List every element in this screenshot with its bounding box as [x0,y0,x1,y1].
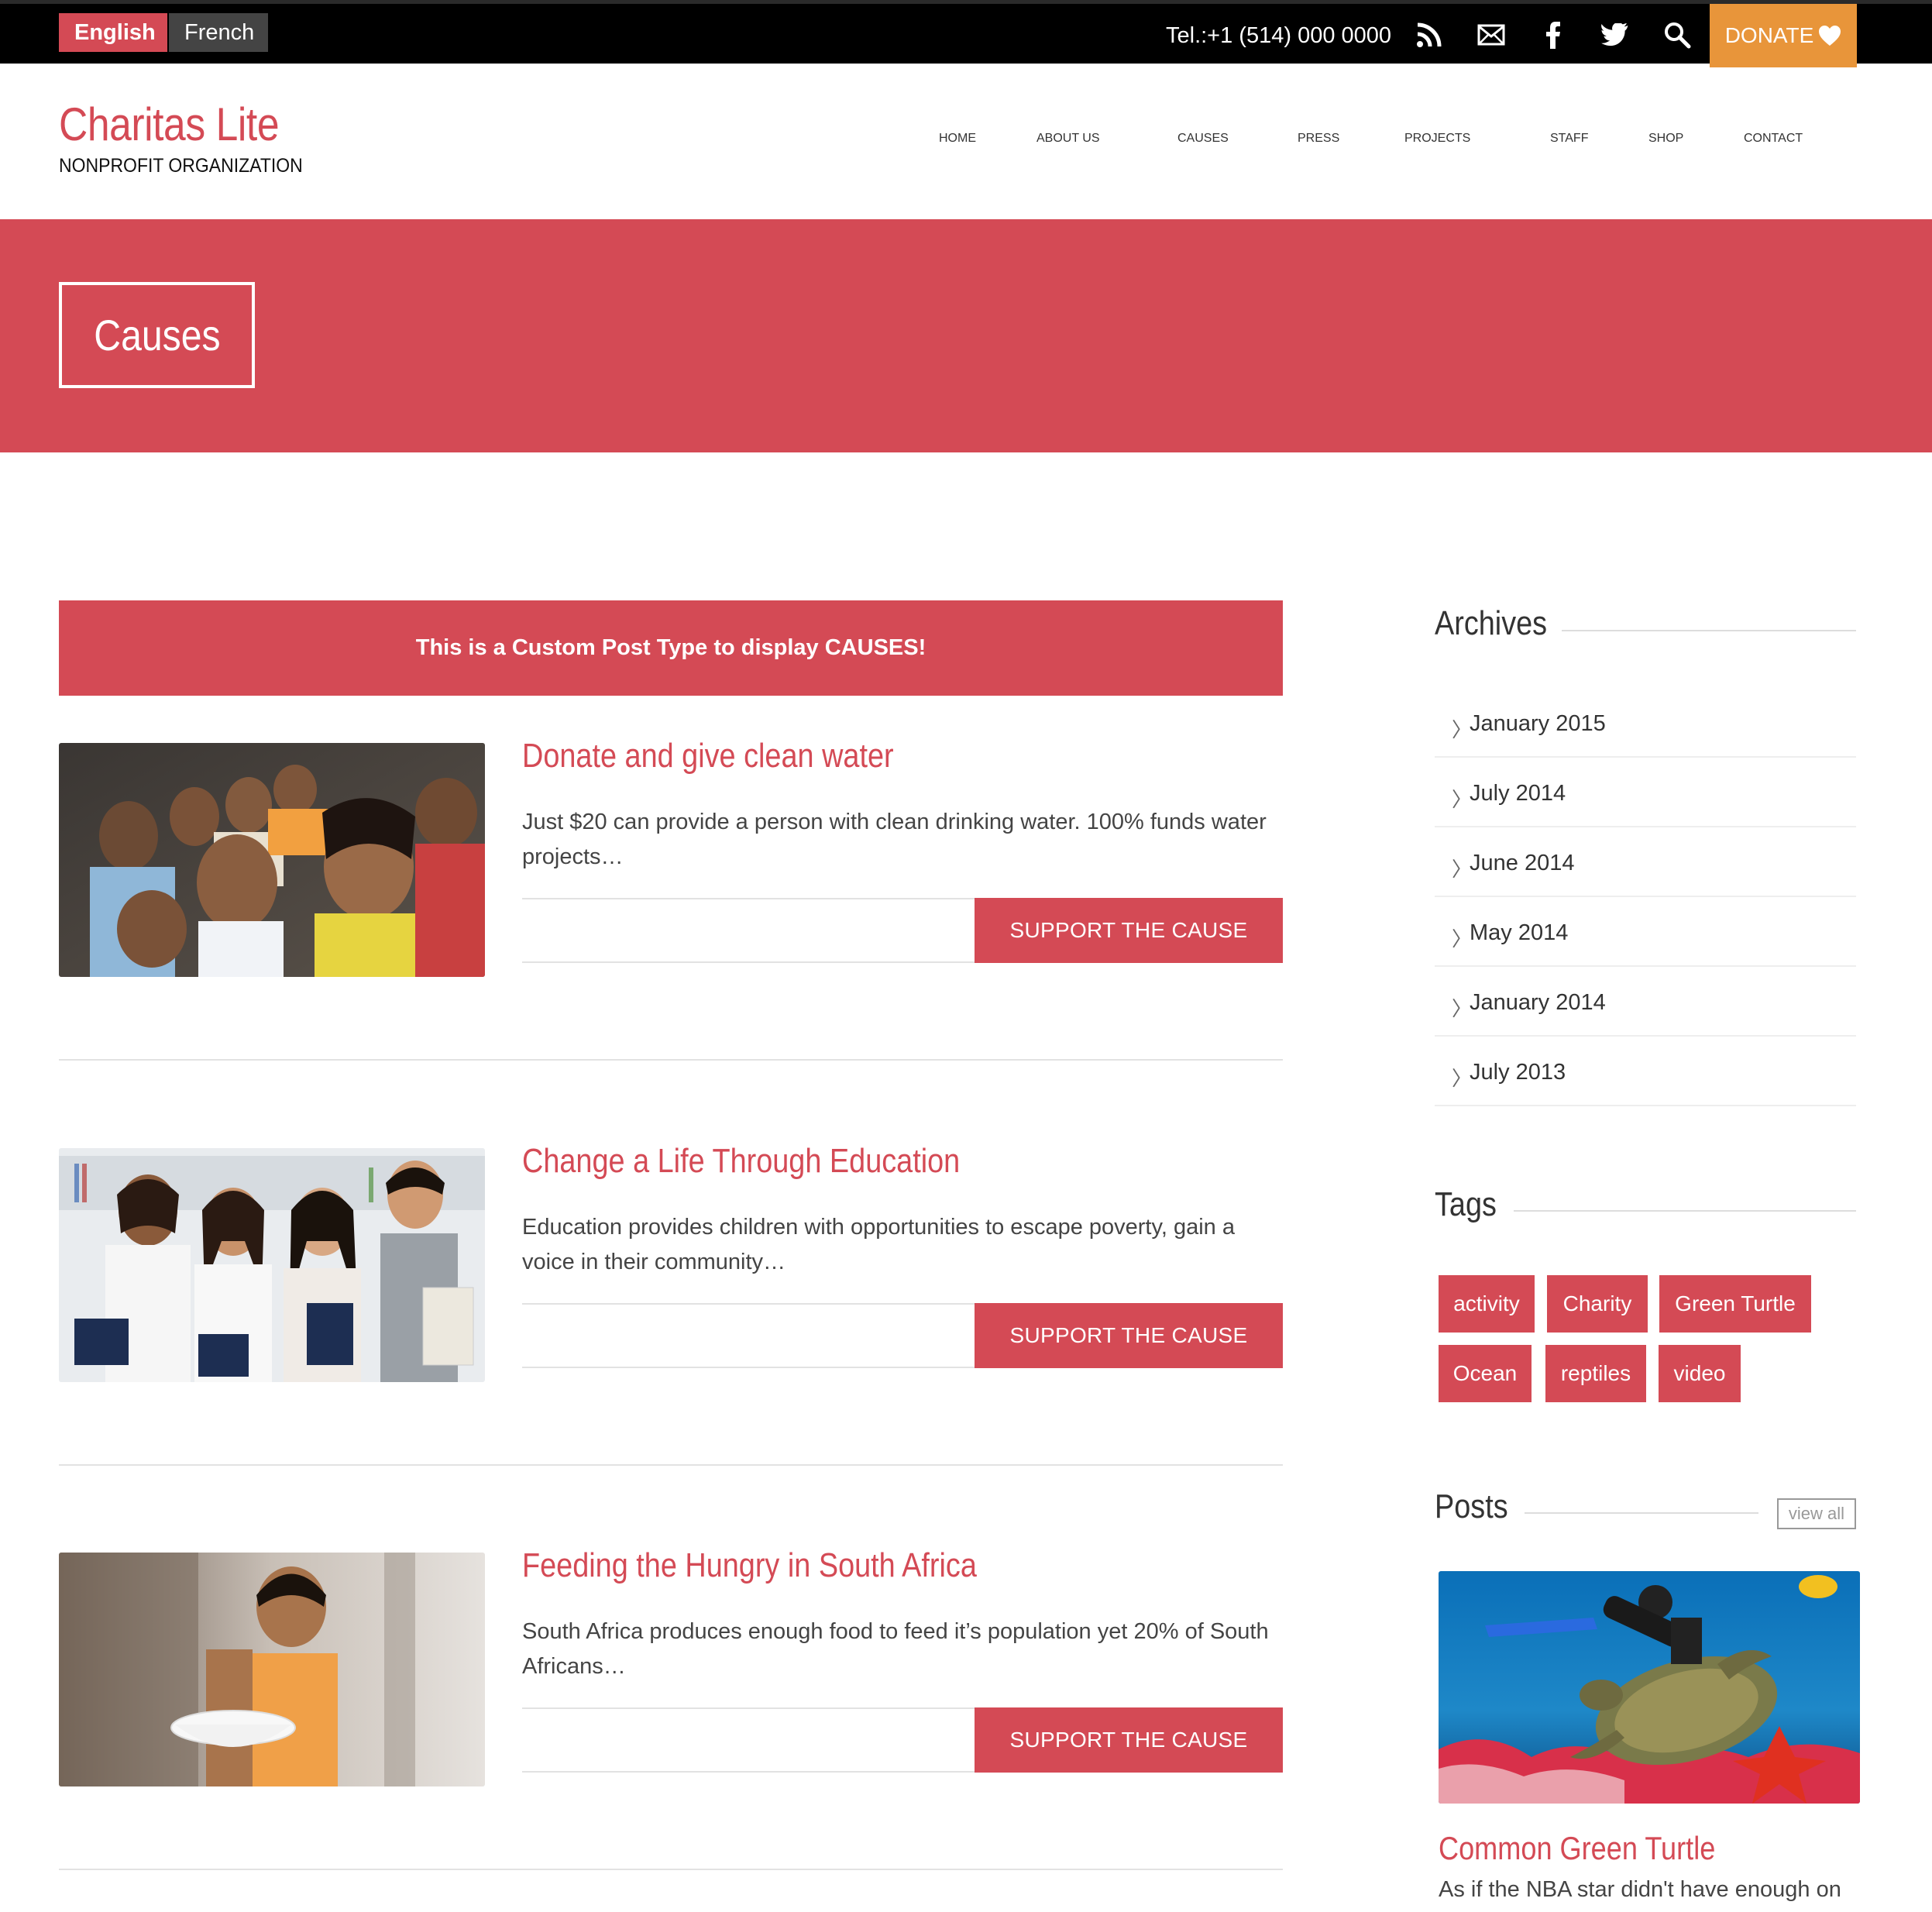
nav-home[interactable]: HOME [939,132,976,146]
tag-reptiles[interactable]: reptiles [1545,1345,1646,1402]
tag-green-turtle[interactable]: Green Turtle [1659,1275,1811,1333]
divider [59,1059,1283,1061]
cause-image-hungry-child[interactable] [59,1553,485,1786]
donate-button[interactable]: DONATE [1710,4,1857,67]
cause-image-students[interactable] [59,1148,485,1382]
divider [59,1869,1283,1870]
view-all-button[interactable]: view all [1777,1498,1856,1529]
archive-label: May 2014 [1470,920,1569,945]
notice-banner: This is a Custom Post Type to display CA… [59,600,1283,696]
archive-item[interactable]: 〉 July 2014 [1435,758,1856,827]
archives-heading: Archives [1435,604,1548,642]
nav-projects[interactable]: PROJECTS [1404,132,1470,146]
search-icon[interactable] [1662,19,1693,50]
cause-title[interactable]: Feeding the Hungry in South Africa [522,1546,977,1585]
nav-about-us[interactable]: ABOUT US [1036,132,1100,146]
language-french[interactable]: French [169,13,268,52]
archive-item[interactable]: 〉 May 2014 [1435,897,1856,967]
cause-action-bar: SUPPORT THE CAUSE [522,898,1283,963]
divider [59,1464,1283,1466]
archive-label: January 2015 [1470,711,1606,736]
donate-label: DONATE [1724,23,1814,47]
twitter-icon[interactable] [1600,19,1631,50]
page-title: Causes [93,311,221,359]
cause-excerpt: Education provides children with opportu… [522,1215,1235,1274]
archive-item[interactable]: 〉 January 2015 [1435,688,1856,758]
heading-rule [1525,1512,1758,1514]
page-hero: Causes [0,219,1932,452]
cause-title[interactable]: Change a Life Through Education [522,1142,960,1181]
heading-rule [1562,630,1856,631]
mail-icon[interactable] [1476,19,1507,50]
post-image-turtle[interactable] [1439,1571,1860,1804]
cause-action-bar: SUPPORT THE CAUSE [522,1303,1283,1368]
tag-video[interactable]: video [1659,1345,1741,1402]
archive-label: July 2014 [1470,781,1566,806]
phone-number: Tel.:+1 (514) 000 0000 [1166,23,1392,48]
nav-shop[interactable]: SHOP [1648,132,1683,146]
tag-activity[interactable]: activity [1439,1275,1535,1333]
language-english[interactable]: English [59,13,167,52]
archive-item[interactable]: 〉 June 2014 [1435,827,1856,897]
nav-contact[interactable]: CONTACT [1744,132,1803,146]
nav-staff[interactable]: STAFF [1550,132,1588,146]
top-bar: English French Tel.:+1 (514) 000 0000 DO… [0,0,1932,67]
support-cause-button[interactable]: SUPPORT THE CAUSE [975,898,1283,963]
nav-causes[interactable]: CAUSES [1177,132,1229,146]
archive-item[interactable]: 〉 July 2013 [1435,1037,1856,1106]
cause-title[interactable]: Donate and give clean water [522,737,894,775]
cause-excerpt: South Africa produces enough food to fee… [522,1619,1269,1679]
heading-rule [1514,1210,1856,1212]
cause-image-children[interactable] [59,743,485,977]
site-tagline: NONPROFIT ORGANIZATION [59,155,303,177]
support-cause-button[interactable]: SUPPORT THE CAUSE [975,1303,1283,1368]
nav-press[interactable]: PRESS [1298,132,1339,146]
support-cause-button[interactable]: SUPPORT THE CAUSE [975,1707,1283,1773]
posts-heading: Posts [1435,1487,1508,1525]
site-title[interactable]: Charitas Lite [59,98,280,151]
rss-icon[interactable] [1414,19,1445,50]
archive-label: June 2014 [1470,851,1575,875]
facebook-icon[interactable] [1538,19,1569,50]
archive-label: July 2013 [1470,1060,1566,1085]
tag-ocean[interactable]: Ocean [1439,1345,1532,1402]
archive-label: January 2014 [1470,990,1606,1015]
heart-icon [1819,26,1841,46]
tag-charity[interactable]: Charity [1547,1275,1648,1333]
post-title[interactable]: Common Green Turtle [1439,1830,1715,1867]
cause-action-bar: SUPPORT THE CAUSE [522,1707,1283,1773]
tags-heading: Tags [1435,1185,1497,1223]
post-excerpt: As if the NBA star didn't have enough on [1439,1877,1841,1902]
cause-excerpt: Just $20 can provide a person with clean… [522,810,1267,869]
hero-title-box: Causes [59,282,255,388]
archive-item[interactable]: 〉 January 2014 [1435,967,1856,1037]
